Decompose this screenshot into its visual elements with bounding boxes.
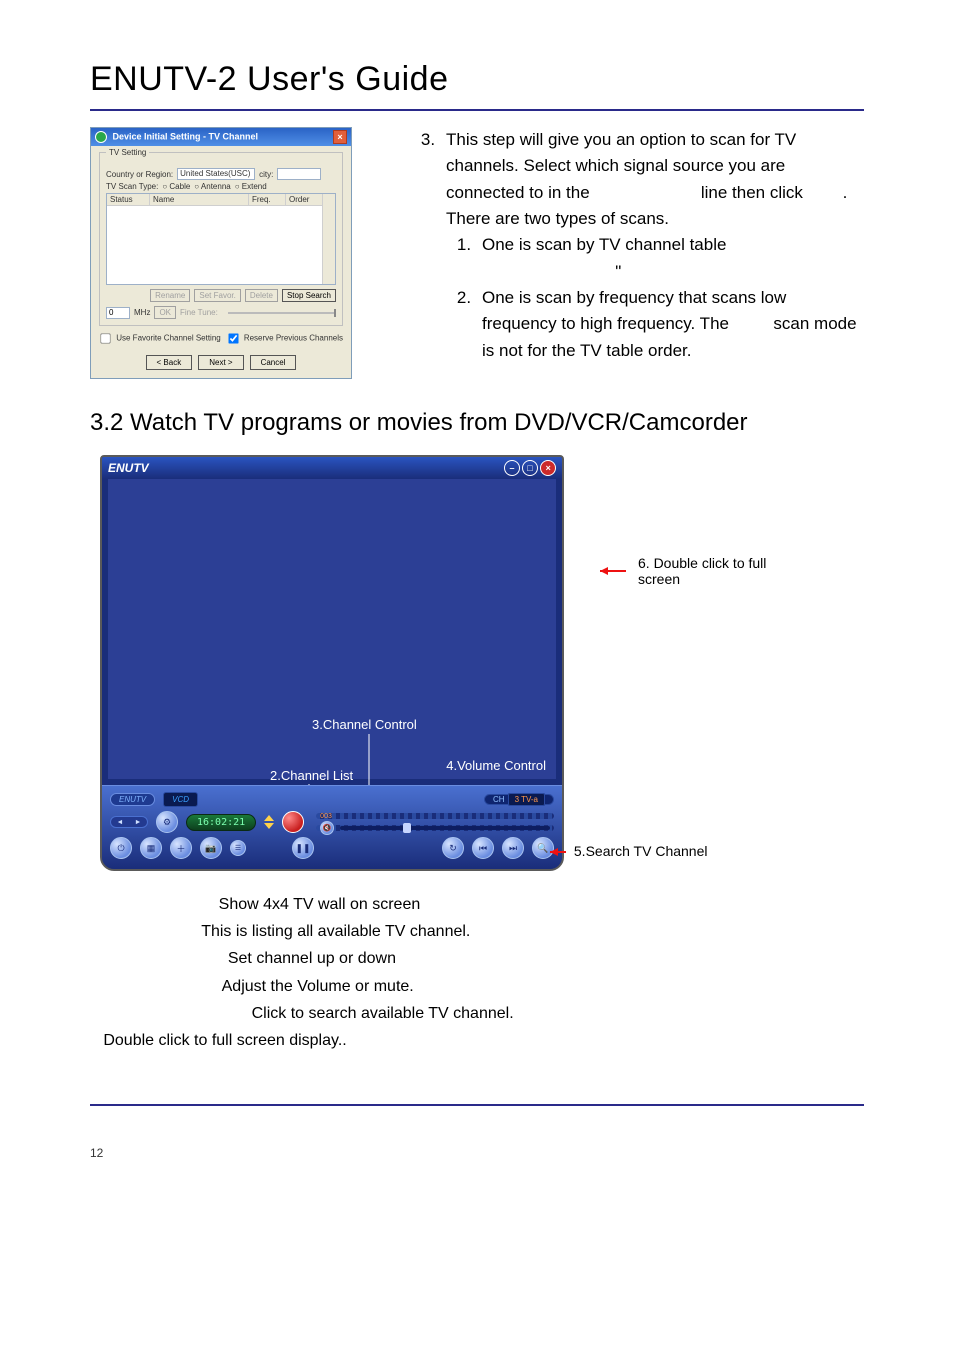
radio-antenna[interactable]: ○ Antenna [194,182,230,191]
channel-table: Status Name Freq. Order [106,193,336,285]
stopsearch-button[interactable]: Stop Search [282,289,336,302]
camera-icon[interactable]: 📷 [200,837,222,859]
title-rule [90,109,864,111]
close-icon[interactable]: × [540,460,556,476]
tv-setting-dialog: Device Initial Setting - TV Channel × TV… [90,127,352,379]
add-icon[interactable]: ＋ [170,837,192,859]
player-brand: ENUTV [108,461,149,475]
maximize-icon[interactable]: □ [522,460,538,476]
step3-text: This step will give you an option to sca… [446,127,864,364]
dialog-title: Device Initial Setting - TV Channel [95,131,258,143]
mhz-input[interactable] [106,307,130,319]
city-label: city: [259,170,273,179]
callout-6: 6. Double click to full screen [600,555,780,587]
cancel-button[interactable]: Cancel [250,355,297,370]
vcd-indicator: VCD [163,792,198,807]
volume-strip: 🔇 [316,825,554,831]
settings-icon[interactable]: ⚙ [156,811,178,833]
tvwall-icon[interactable]: ▦ [140,837,162,859]
channel-list-icon[interactable]: ☰ [230,840,246,856]
enutv-player: ENUTV – □ × 3.Channel Control 2.Channel … [100,455,564,871]
callout-2: 2.Channel List [270,768,353,783]
power-icon[interactable]: ⏻ [110,837,132,859]
close-icon[interactable]: × [333,130,347,144]
table-scrollbar[interactable] [322,194,335,284]
step3-number: 3. [410,127,446,364]
sub2-number: 2. [446,285,482,364]
setfavor-button[interactable]: Set Favor. [194,289,240,302]
next-button[interactable]: Next > [198,355,243,370]
finetune-slider[interactable] [228,312,336,314]
ch-label: CH3 TV-a [484,794,554,805]
callout-descriptions: 1. TV wall display: Show 4x4 TV wall on … [90,891,864,1054]
record-button[interactable] [282,811,304,833]
callout-5: 5.Search TV Channel [550,843,708,859]
sub1-text: One is scan by TV channel table order th… [482,232,864,285]
mute-icon[interactable]: 🔇 [320,821,334,835]
sub1-number: 1. [446,232,482,285]
city-select[interactable] [277,168,321,180]
prev-icon[interactable]: ⏮ [472,837,494,859]
refresh-icon[interactable]: ↻ [442,837,464,859]
channel-down-icon[interactable] [264,823,274,829]
time-display: 16:02:21 [186,814,256,831]
finetune-label: Fine Tune: [180,308,218,317]
col-name[interactable]: Name [150,194,249,205]
country-select[interactable]: United States(USC) [177,168,255,180]
col-status[interactable]: Status [107,194,150,205]
radio-extend[interactable]: ○ Extend [235,182,267,191]
radio-cable[interactable]: ○ Cable [162,182,190,191]
page-title: ENUTV-2 User's Guide [90,60,864,99]
reserve-checkbox[interactable]: Reserve Previous Channels [227,332,343,345]
country-label: Country or Region: [106,170,173,179]
channel-strip: 003 [316,813,554,819]
rename-button[interactable]: Rename [150,289,190,302]
delete-button[interactable]: Delete [245,289,278,302]
mhz-ok-button[interactable]: OK [154,306,176,319]
section-heading: 3.2 Watch TV programs or movies from DVD… [90,409,864,437]
pause-icon[interactable]: ❚❚ [292,837,314,859]
page-number: 12 [90,1146,864,1160]
minimize-icon[interactable]: – [504,460,520,476]
col-freq[interactable]: Freq. [249,194,286,205]
scantype-label: TV Scan Type: [106,182,158,191]
deck-brand: ENUTV [110,793,155,806]
mhz-unit: MHz [134,308,150,317]
volume-slider[interactable] [340,826,550,830]
group-label: TV Setting [106,148,149,157]
next-icon[interactable]: ⏭ [502,837,524,859]
player-screen[interactable]: 3.Channel Control 2.Channel List 1.TV wa… [108,479,556,779]
callout-3: 3.Channel Control [312,717,417,732]
sub2-text: One is scan by frequency that scans low … [482,285,864,364]
usefavorite-checkbox[interactable]: Use Favorite Channel Setting [99,332,221,345]
back-button[interactable]: < Back [146,355,193,370]
channel-up-icon[interactable] [264,815,274,821]
col-order[interactable]: Order [286,194,322,205]
callout-4: 4.Volume Control [446,758,546,773]
